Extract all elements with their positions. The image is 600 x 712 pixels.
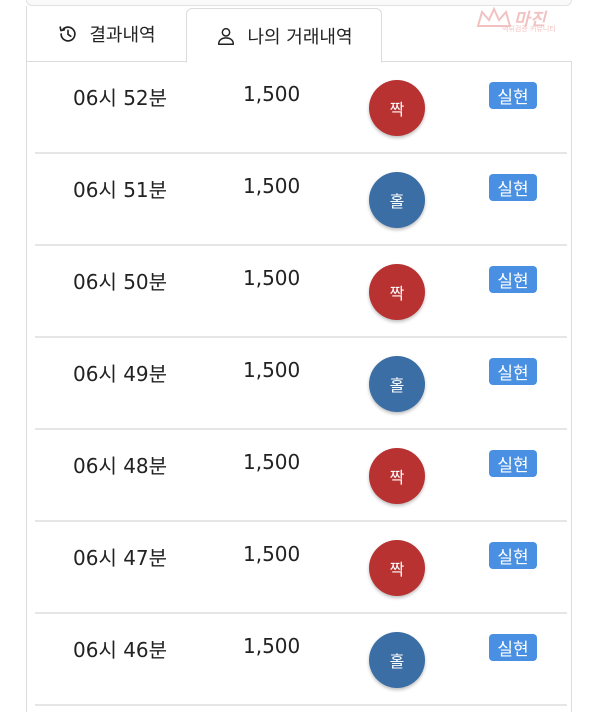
trade-row: 06시 51분 1,500 홀 실현 xyxy=(35,154,567,246)
status-badge[interactable]: 실현 xyxy=(489,542,537,569)
result-ball: 짝 xyxy=(369,448,425,504)
trade-time: 06시 46분 xyxy=(73,638,168,662)
trade-row: 06시 49분 1,500 홀 실현 xyxy=(35,338,567,430)
trade-list: 06시 52분 1,500 짝 실현 06시 51분 1,500 홀 실현 06… xyxy=(26,62,572,712)
trade-amount: 1,500 xyxy=(243,358,301,382)
trade-row: 06시 47분 1,500 짝 실현 xyxy=(35,522,567,614)
user-icon xyxy=(215,25,237,47)
status-badge[interactable]: 실현 xyxy=(489,634,537,661)
trade-row: 06시 50분 1,500 짝 실현 xyxy=(35,246,567,338)
trade-row: 06시 52분 1,500 짝 실현 xyxy=(35,62,567,154)
trade-row: 06시 46분 1,500 홀 실현 xyxy=(35,614,567,706)
result-ball: 짝 xyxy=(369,264,425,320)
trade-amount: 1,500 xyxy=(243,174,301,198)
tab-bar: 결과내역 나의 거래내역 xyxy=(26,6,572,63)
status-badge[interactable]: 실현 xyxy=(489,266,537,293)
tab-my-trades[interactable]: 나의 거래내역 xyxy=(186,8,382,63)
result-ball: 홀 xyxy=(369,632,425,688)
trade-time: 06시 47분 xyxy=(73,546,168,570)
status-badge[interactable]: 실현 xyxy=(489,174,537,201)
status-badge[interactable]: 실현 xyxy=(489,358,537,385)
trade-amount: 1,500 xyxy=(243,266,301,290)
trade-amount: 1,500 xyxy=(243,450,301,474)
trade-amount: 1,500 xyxy=(243,542,301,566)
result-ball: 짝 xyxy=(369,540,425,596)
tab-results-label: 결과내역 xyxy=(89,25,156,46)
trade-amount: 1,500 xyxy=(243,82,301,106)
trade-time: 06시 51분 xyxy=(73,178,168,202)
tab-results[interactable]: 결과내역 xyxy=(26,6,186,62)
result-ball: 짝 xyxy=(369,80,425,136)
result-ball: 홀 xyxy=(369,356,425,412)
trade-time: 06시 52분 xyxy=(73,86,168,110)
result-ball: 홀 xyxy=(369,172,425,228)
status-badge[interactable]: 실현 xyxy=(489,450,537,477)
tab-my-trades-label: 나의 거래내역 xyxy=(247,26,353,48)
trade-amount: 1,500 xyxy=(243,634,301,658)
trade-row: 06시 48분 1,500 짝 실현 xyxy=(35,430,567,522)
trade-time: 06시 50분 xyxy=(73,270,168,294)
status-badge[interactable]: 실현 xyxy=(489,82,537,109)
trade-time: 06시 48분 xyxy=(73,454,168,478)
history-icon xyxy=(57,23,79,45)
trade-time: 06시 49분 xyxy=(73,362,168,386)
